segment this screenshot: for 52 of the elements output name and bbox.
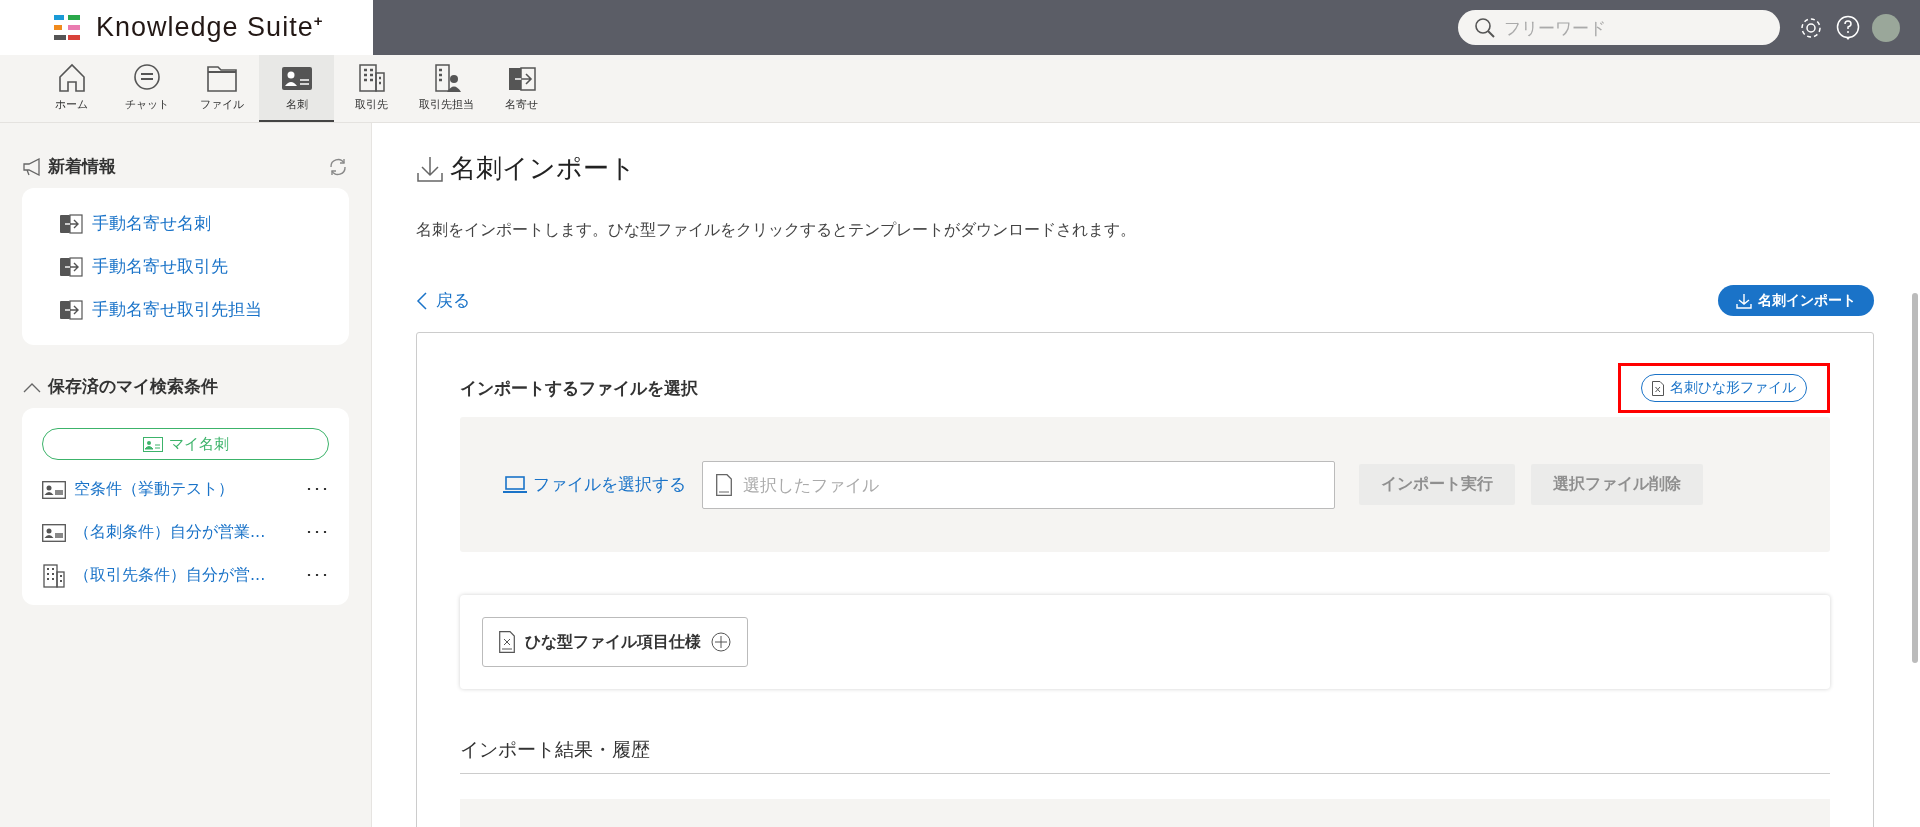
selected-file-field[interactable]: 選択したファイル <box>702 460 1335 509</box>
nav-tab[interactable]: ファイル <box>184 55 259 122</box>
news-link[interactable]: 手動名寄せ取引先担当 <box>60 288 311 331</box>
id-card-icon <box>142 436 163 452</box>
import-button[interactable]: 名刺インポート <box>1718 285 1874 316</box>
chevron-left-icon <box>416 290 428 311</box>
section-heading: インポートするファイルを選択 <box>460 376 698 400</box>
search-field[interactable]: フリーワード <box>1458 10 1780 45</box>
nav-tab[interactable]: チャット <box>109 55 184 122</box>
nav-tab[interactable]: ホーム <box>34 55 109 122</box>
template-file-button[interactable]: 名刺ひな形ファイル <box>1641 374 1807 402</box>
excel-file-icon <box>499 631 515 653</box>
laptop-icon <box>503 475 527 494</box>
search-icon <box>1474 17 1496 39</box>
help-icon[interactable] <box>1836 14 1860 41</box>
document-icon <box>716 473 732 496</box>
page-description: 名刺をインポートします。ひな型ファイルをクリックするとテンプレートがダウンロードされます。 <box>416 220 1137 241</box>
section-title: 保存済のマイ検索条件 <box>48 375 219 398</box>
more-button[interactable]: ･･･ <box>305 480 329 499</box>
nav-tab[interactable]: 取引先 <box>334 55 409 122</box>
saved-search-link[interactable]: （取引先条件）自分が営... <box>74 565 297 586</box>
building-icon <box>42 563 66 588</box>
excel-file-icon <box>1652 380 1664 396</box>
more-button[interactable]: ･･･ <box>305 566 329 585</box>
nav-tab[interactable]: 取引先担当 <box>409 55 484 122</box>
spec-button[interactable]: ひな型ファイル項目仕様 <box>482 617 748 667</box>
saved-search-link[interactable]: （名刺条件）自分が営業... <box>74 522 297 543</box>
app-logo: Knowledge Suite$^{+}$ <box>96 12 324 43</box>
merge-arrow-icon <box>60 299 84 320</box>
news-link[interactable]: 手動名寄せ取引先 <box>60 245 311 288</box>
history-heading: インポート結果・履歴 <box>460 737 1830 774</box>
download-icon <box>416 154 444 183</box>
nav-tab[interactable]: 名刺 <box>259 55 334 122</box>
download-icon <box>1736 292 1752 309</box>
news-link[interactable]: 手動名寄せ名刺 <box>60 202 311 245</box>
plus-circle-icon <box>711 632 731 652</box>
page-title: 名刺インポート <box>450 152 636 185</box>
id-card-icon <box>42 523 66 542</box>
avatar[interactable] <box>1872 13 1900 42</box>
choose-file-link[interactable]: ファイルを選択する <box>503 473 686 496</box>
section-title: 新着情報 <box>48 155 117 178</box>
id-card-icon <box>42 480 66 499</box>
folder-icon <box>204 63 239 93</box>
merge-arrow-icon <box>60 213 84 234</box>
back-link[interactable]: 戻る <box>416 289 470 312</box>
my-card-button[interactable]: マイ名刺 <box>42 428 329 460</box>
saved-search-link[interactable]: 空条件（挙動テスト） <box>74 479 297 500</box>
merge-arrow-icon <box>60 256 84 277</box>
nav-tab[interactable]: 名寄せ <box>484 55 559 122</box>
logo-icon <box>54 14 80 41</box>
more-button[interactable]: ･･･ <box>305 523 329 542</box>
megaphone-icon <box>22 157 42 176</box>
